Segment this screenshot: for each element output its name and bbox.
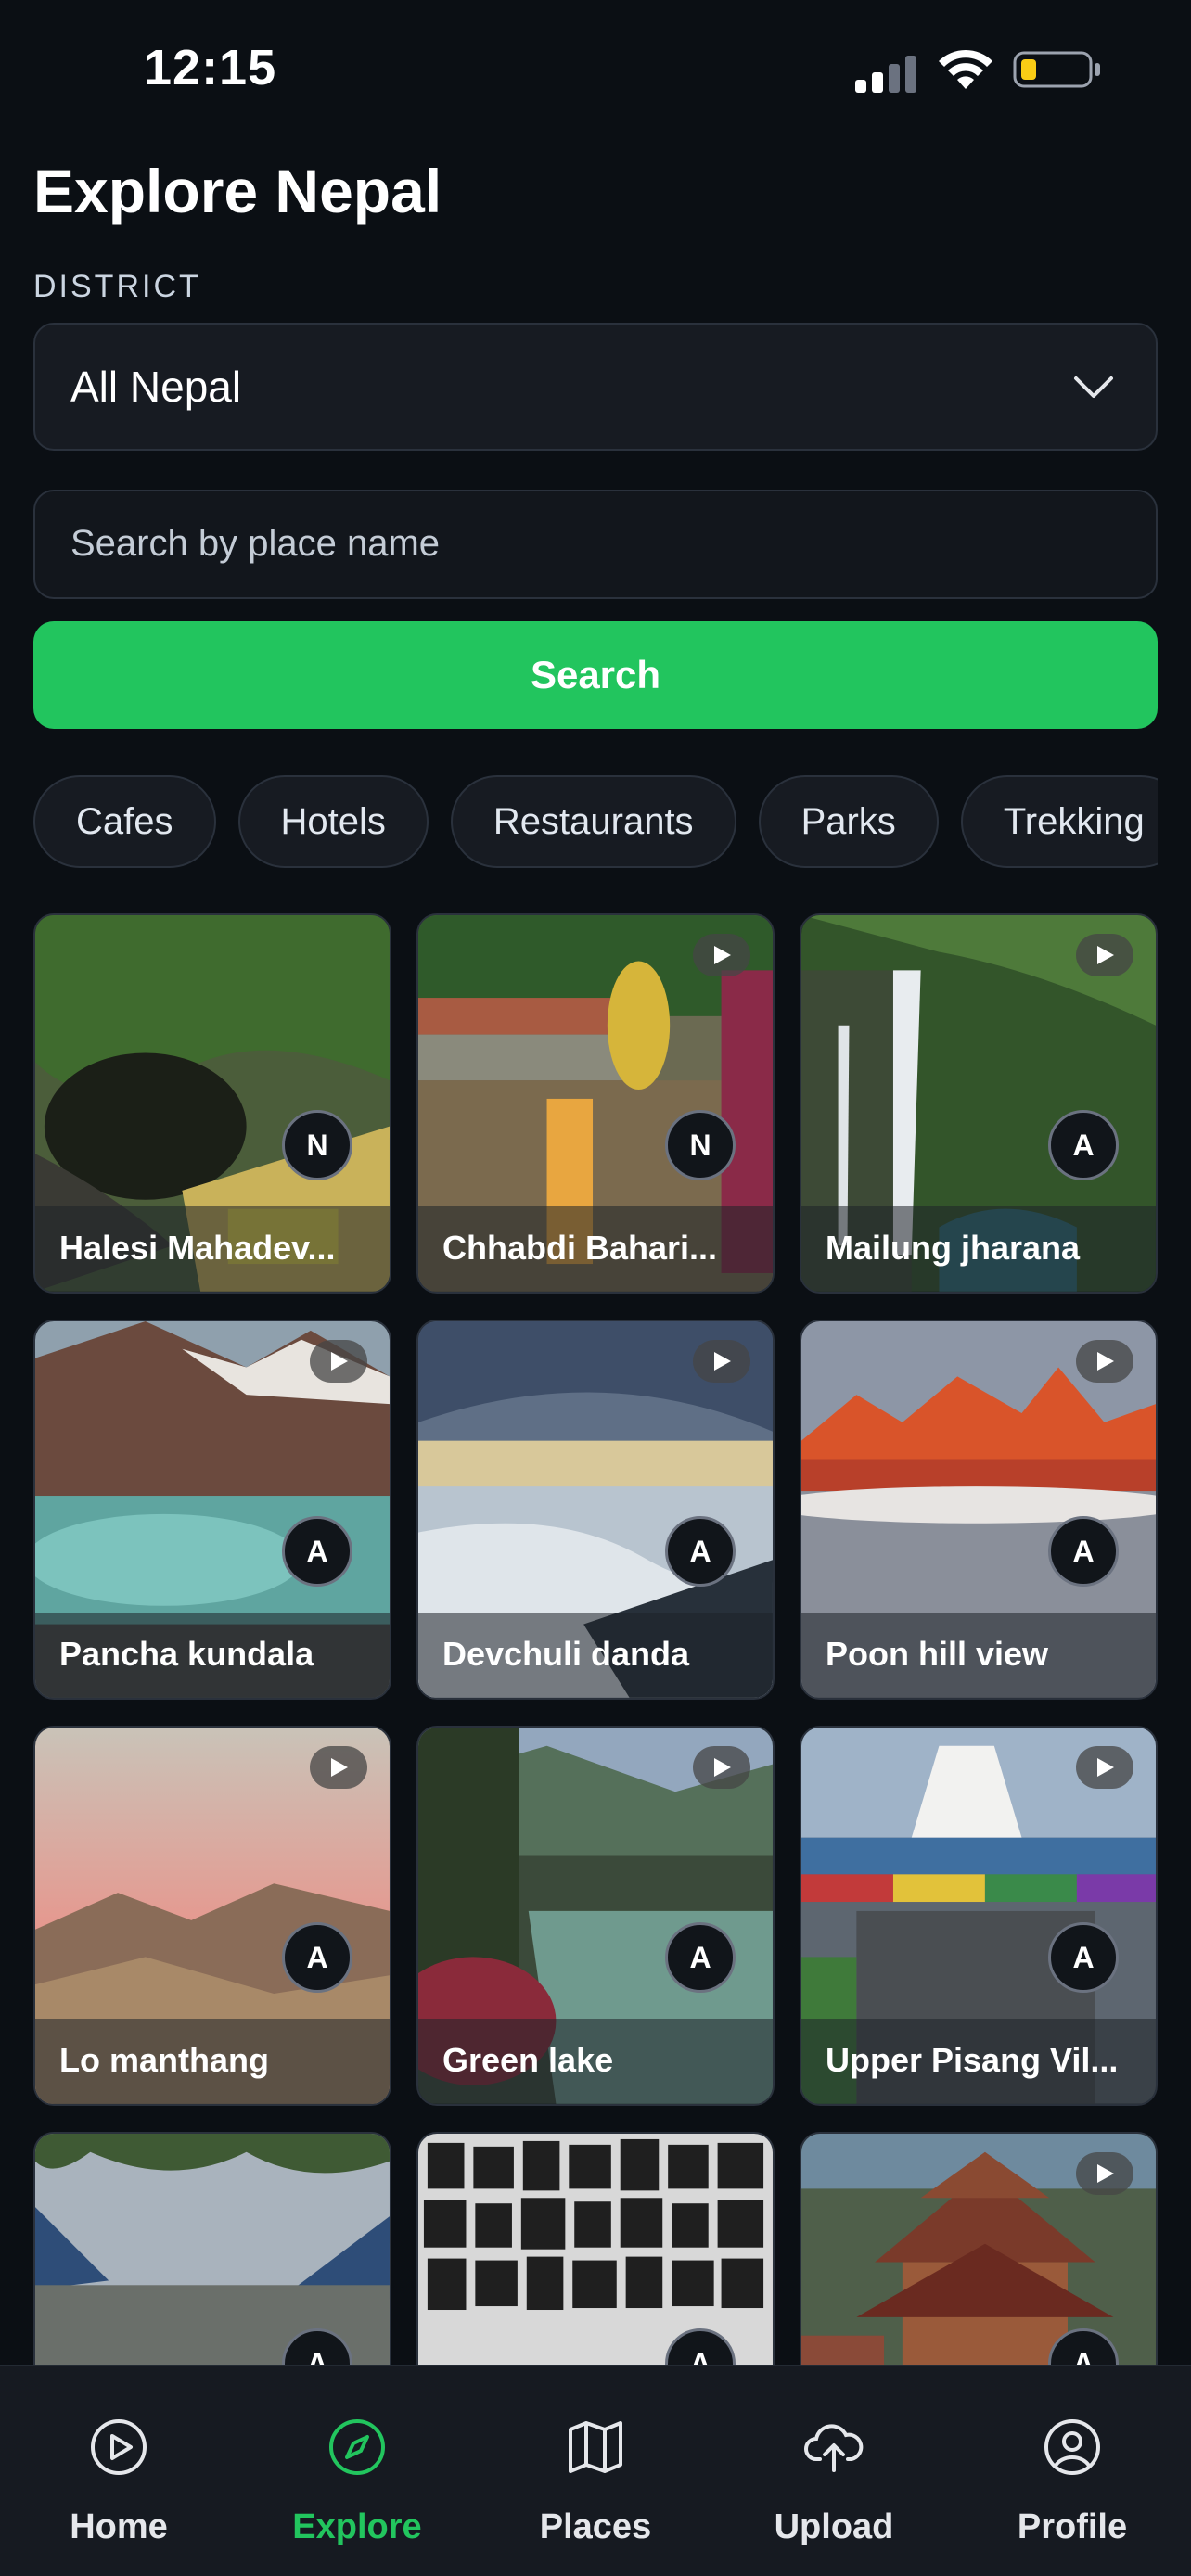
author-badge: N xyxy=(282,1110,352,1180)
video-badge xyxy=(693,1340,750,1383)
play-icon xyxy=(1097,1758,1114,1777)
author-badge: A xyxy=(282,1922,352,1993)
play-icon xyxy=(1097,1352,1114,1371)
wifi-icon xyxy=(939,49,992,89)
map-icon xyxy=(569,2421,622,2473)
nav-home[interactable]: Home xyxy=(0,2366,237,2576)
play-icon xyxy=(331,1758,348,1777)
place-title: Poon hill view xyxy=(826,1635,1049,1673)
video-badge xyxy=(1076,934,1133,976)
places-grid: N Halesi Mahadev... N Chhabdi Bahari... xyxy=(33,913,1158,2365)
district-dropdown[interactable]: All Nepal xyxy=(33,323,1158,451)
chip-parks[interactable]: Parks xyxy=(758,775,939,868)
place-title: Devchuli danda xyxy=(442,1635,690,1673)
place-title: Upper Pisang Vil... xyxy=(826,2041,1119,2079)
play-icon xyxy=(1097,2164,1114,2183)
place-card[interactable]: N Halesi Mahadev... xyxy=(33,913,391,1294)
place-title: Lo manthang xyxy=(59,2041,269,2079)
district-selected-value: All Nepal xyxy=(70,363,242,411)
chip-cafes[interactable]: Cafes xyxy=(33,775,216,868)
play-icon xyxy=(714,946,731,964)
place-card[interactable]: A xyxy=(33,2132,391,2365)
author-badge: A xyxy=(282,1516,352,1587)
author-badge: A xyxy=(1048,1110,1119,1180)
place-card[interactable]: A Devchuli danda xyxy=(416,1320,775,1700)
place-card[interactable]: A Lo manthang xyxy=(33,1726,391,2106)
nav-explore[interactable]: Explore xyxy=(238,2366,476,2576)
author-badge: N xyxy=(665,1110,736,1180)
video-badge xyxy=(310,1746,367,1789)
place-title: Pancha kundala xyxy=(59,1635,314,1673)
place-title: Green lake xyxy=(442,2041,614,2079)
author-badge: A xyxy=(1048,1516,1119,1587)
author-badge: A xyxy=(665,1922,736,1993)
play-icon xyxy=(714,1758,731,1777)
district-label: DISTRICT xyxy=(33,269,201,304)
place-card[interactable]: A Poon hill view xyxy=(800,1320,1158,1700)
place-photo xyxy=(418,2134,773,2365)
video-badge xyxy=(1076,2152,1133,2195)
nav-profile-label: Profile xyxy=(1017,2507,1128,2546)
nav-home-label: Home xyxy=(70,2507,168,2546)
page-title: Explore Nepal xyxy=(33,157,442,225)
chip-trekking[interactable]: Trekking xyxy=(960,775,1158,868)
nav-upload[interactable]: Upload xyxy=(715,2366,953,2576)
video-badge xyxy=(693,934,750,976)
place-card[interactable]: A Mailung jharana xyxy=(800,913,1158,1294)
nav-places[interactable]: Places xyxy=(477,2366,714,2576)
place-title: Halesi Mahadev... xyxy=(59,1229,336,1267)
video-badge xyxy=(1076,1340,1133,1383)
place-card[interactable]: A Pancha kundala xyxy=(33,1320,391,1700)
video-badge xyxy=(693,1746,750,1789)
place-card[interactable]: A xyxy=(416,2132,775,2365)
search-input[interactable]: Search by place name xyxy=(33,490,1158,599)
place-card[interactable]: N Chhabdi Bahari... xyxy=(416,913,775,1294)
user-circle-icon xyxy=(1044,2419,1100,2475)
play-icon xyxy=(331,1352,348,1371)
compass-icon xyxy=(329,2419,385,2475)
nav-upload-label: Upload xyxy=(774,2507,894,2546)
play-icon xyxy=(1097,946,1114,964)
place-card[interactable]: A Upper Pisang Vil... xyxy=(800,1726,1158,2106)
nav-profile[interactable]: Profile xyxy=(954,2366,1191,2576)
battery-icon xyxy=(1013,51,1100,88)
cellular-signal-icon xyxy=(855,54,920,93)
video-badge xyxy=(1076,1746,1133,1789)
search-button[interactable]: Search xyxy=(33,621,1158,729)
chip-restaurants[interactable]: Restaurants xyxy=(450,775,736,868)
place-title: Chhabdi Bahari... xyxy=(442,1229,718,1267)
place-title: Mailung jharana xyxy=(826,1229,1081,1267)
nav-explore-label: Explore xyxy=(292,2507,422,2546)
place-photo xyxy=(35,2134,390,2365)
search-placeholder: Search by place name xyxy=(70,523,441,564)
status-bar: 12:15 xyxy=(0,0,1191,139)
chevron-down-icon xyxy=(1074,376,1113,398)
video-badge xyxy=(310,1340,367,1383)
author-badge: A xyxy=(665,1516,736,1587)
nav-places-label: Places xyxy=(539,2507,652,2546)
status-time: 12:15 xyxy=(144,40,277,96)
place-card[interactable]: A xyxy=(800,2132,1158,2365)
bottom-nav: Home Explore Places Upload Profile xyxy=(0,2365,1191,2576)
category-chips: Cafes Hotels Restaurants Parks Trekking xyxy=(33,775,1158,868)
cloud-upload-icon xyxy=(804,2424,864,2472)
play-icon xyxy=(714,1352,731,1371)
author-badge: A xyxy=(1048,1922,1119,1993)
place-card[interactable]: A Green lake xyxy=(416,1726,775,2106)
play-circle-icon xyxy=(91,2419,147,2475)
chip-hotels[interactable]: Hotels xyxy=(237,775,429,868)
